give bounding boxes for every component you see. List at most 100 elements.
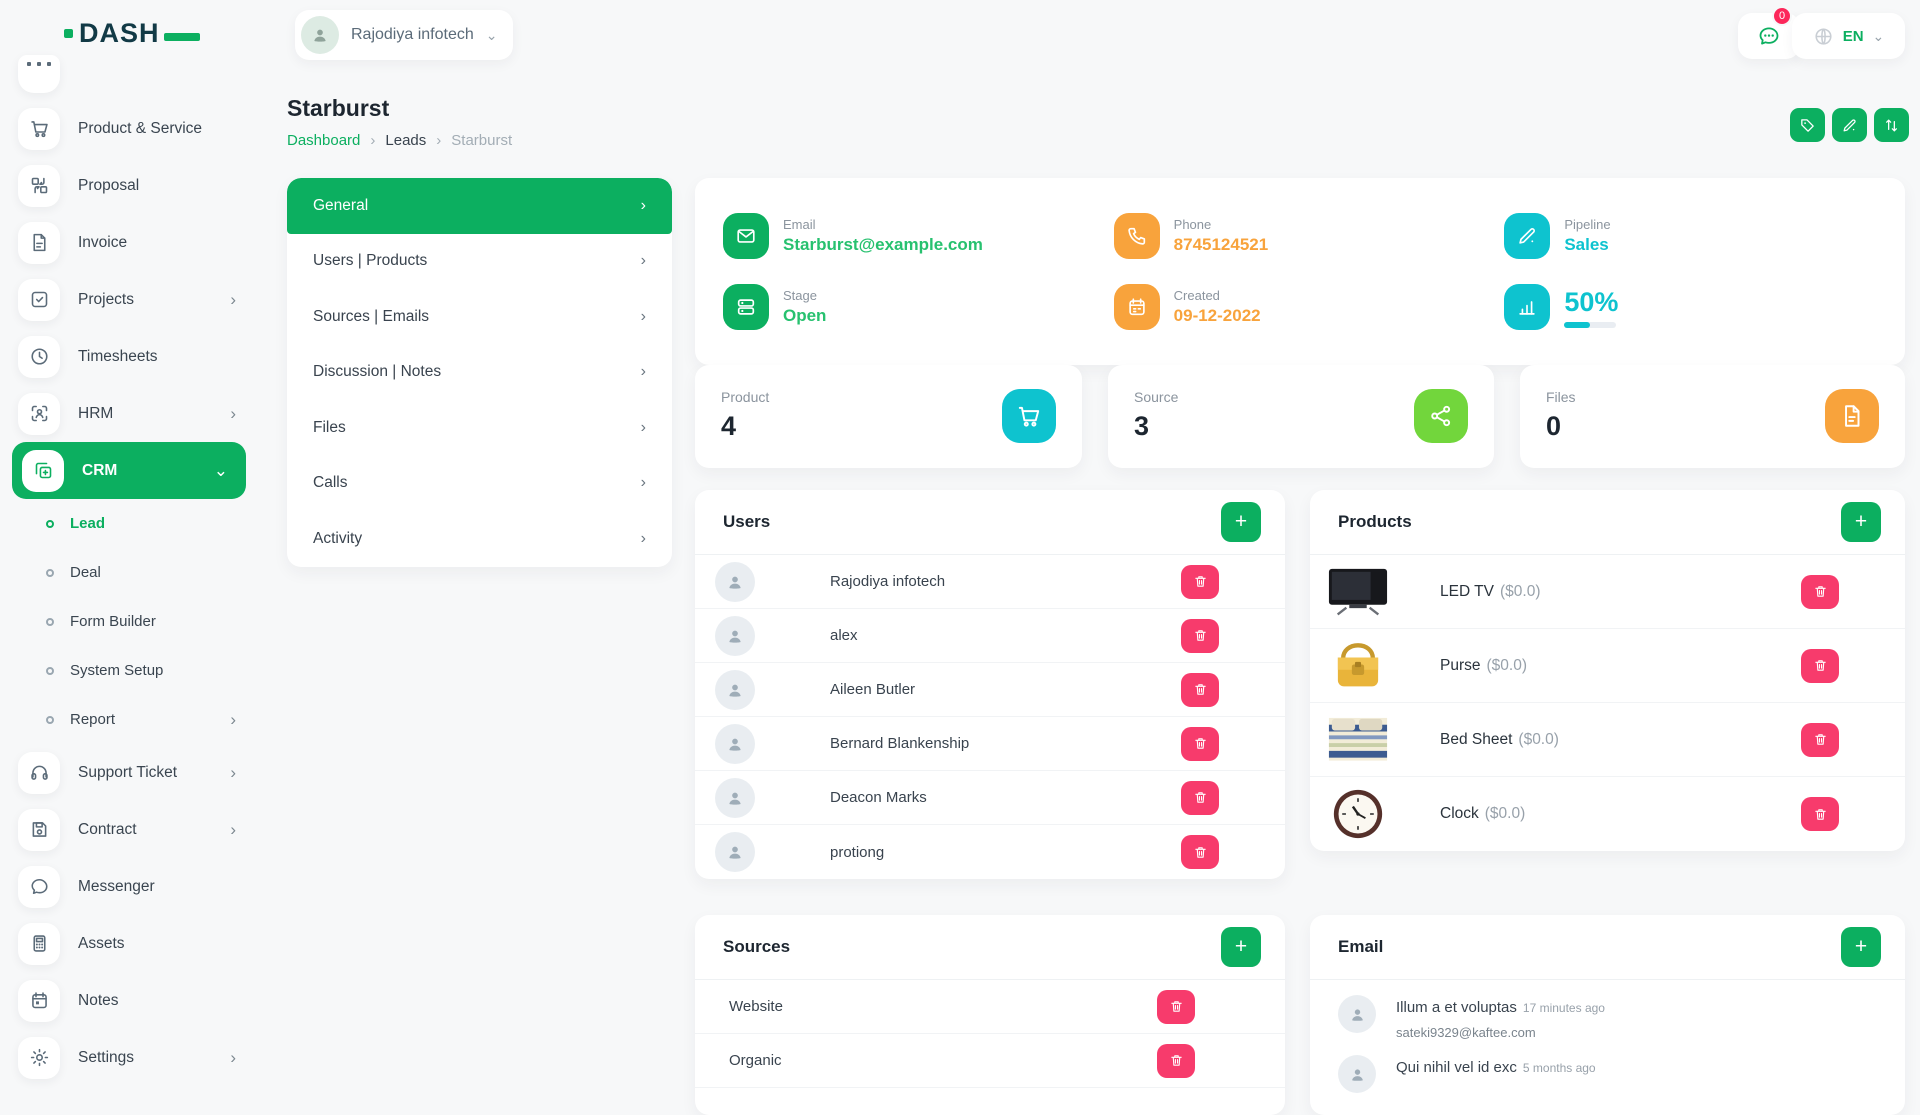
delete-product-button[interactable] — [1801, 723, 1839, 757]
section-nav-item[interactable]: Calls › — [287, 456, 672, 512]
trash-icon — [1813, 807, 1828, 822]
user-name: Aileen Butler — [830, 681, 915, 698]
trash-icon — [1193, 845, 1208, 860]
sidebar-item[interactable]: Contract › — [0, 801, 262, 858]
delete-user-button[interactable] — [1181, 781, 1219, 815]
sidebar-item[interactable]: Timesheets — [0, 328, 262, 385]
person-icon — [725, 680, 745, 700]
summary-cell-icon — [1114, 284, 1160, 330]
person-icon — [725, 626, 745, 646]
product-price: ($0.0) — [1500, 583, 1541, 601]
product-name: Bed Sheet — [1440, 731, 1512, 749]
sidebar-item[interactable]: Settings › — [0, 1029, 262, 1086]
sources-list: Website Organic — [695, 980, 1285, 1088]
sidebar-item[interactable]: Assets — [0, 915, 262, 972]
chevron-icon: › — [230, 820, 236, 840]
person-icon — [1348, 1065, 1367, 1084]
delete-product-button[interactable] — [1801, 575, 1839, 609]
email-card: Email + Illum a et voluptas17 minutes ag… — [1310, 915, 1905, 1115]
sources-card: Sources + Website Organic — [695, 915, 1285, 1115]
logo-dot-accent — [64, 29, 73, 38]
breadcrumb-separator: › — [436, 132, 441, 149]
breadcrumb-leads[interactable]: Leads — [385, 132, 426, 149]
delete-product-button[interactable] — [1801, 649, 1839, 683]
sidebar-item[interactable]: Form Builder — [0, 597, 262, 646]
sidebar-item[interactable]: System Setup — [0, 646, 262, 695]
product-row: Bed Sheet ($0.0) — [1310, 703, 1905, 777]
delete-user-button[interactable] — [1181, 727, 1219, 761]
messages-button[interactable]: 0 — [1738, 13, 1800, 59]
delete-product-button[interactable] — [1801, 797, 1839, 831]
breadcrumb-dashboard[interactable]: Dashboard — [287, 132, 360, 149]
user-avatar — [715, 832, 755, 872]
delete-user-button[interactable] — [1181, 619, 1219, 653]
top-header: DASH Rajodiya infotech ⌄ 0 EN ⌄ — [0, 0, 1920, 72]
users-card-title: Users — [723, 512, 770, 532]
user-row: alex — [695, 609, 1285, 663]
company-selector[interactable]: Rajodiya infotech ⌄ — [295, 10, 513, 60]
section-nav-item[interactable]: Users | Products › — [287, 234, 672, 290]
sidebar-item[interactable]: Messenger — [0, 858, 262, 915]
sidebar-item[interactable]: Proposal — [0, 157, 262, 214]
sidebar-item[interactable]: Lead — [0, 499, 262, 548]
chevron-icon: ⌄ — [214, 461, 228, 481]
trash-icon — [1813, 732, 1828, 747]
sidebar-item[interactable]: HRM › — [0, 385, 262, 442]
product-name: LED TV — [1440, 583, 1494, 601]
sidebar-item-icon — [18, 336, 60, 378]
delete-user-button[interactable] — [1181, 673, 1219, 707]
sidebar-item[interactable]: Support Ticket › — [0, 744, 262, 801]
language-code: EN — [1843, 28, 1864, 45]
section-nav-item[interactable]: Sources | Emails › — [287, 289, 672, 345]
summary-label: Created — [1174, 288, 1261, 303]
stat-card: Source 3 — [1108, 365, 1494, 468]
add-email-button[interactable]: + — [1841, 927, 1881, 967]
language-selector[interactable]: EN ⌄ — [1792, 13, 1905, 59]
sidebar-item-label: Proposal — [78, 177, 139, 195]
trash-icon — [1193, 574, 1208, 589]
sidebar-item[interactable]: Product & Service — [0, 100, 262, 157]
summary-label: Pipeline — [1564, 217, 1610, 232]
person-icon — [310, 25, 330, 45]
sidebar-item-label: System Setup — [70, 662, 163, 679]
delete-source-button[interactable] — [1157, 990, 1195, 1024]
sidebar-item-label: CRM — [82, 462, 117, 480]
app-logo: DASH — [64, 18, 200, 49]
delete-user-button[interactable] — [1181, 835, 1219, 869]
sidebar-item[interactable]: CRM ⌄ — [12, 442, 246, 499]
section-nav-item[interactable]: Discussion | Notes › — [287, 345, 672, 401]
sidebar-item[interactable]: Invoice — [0, 214, 262, 271]
email-from: sateki9329@kaftee.com — [1396, 1025, 1605, 1040]
chat-icon — [1757, 24, 1781, 48]
labels-button[interactable] — [1790, 108, 1825, 142]
swap-icon — [1883, 117, 1900, 134]
sidebar-item[interactable]: Projects › — [0, 271, 262, 328]
delete-user-button[interactable] — [1181, 565, 1219, 599]
section-nav-item[interactable]: Activity › — [287, 511, 672, 567]
sidebar-item[interactable]: Notes — [0, 972, 262, 1029]
email-avatar — [1338, 1055, 1376, 1093]
person-icon — [725, 572, 745, 592]
chevron-icon: › — [230, 710, 236, 730]
add-user-button[interactable]: + — [1221, 502, 1261, 542]
summary-cell-icon — [723, 284, 769, 330]
logo-text: DASH — [79, 18, 160, 49]
breadcrumb-current: Starburst — [451, 132, 512, 149]
sidebar-item[interactable]: Report › — [0, 695, 262, 744]
edit-button[interactable] — [1832, 108, 1867, 142]
sidebar-item-label: Invoice — [78, 234, 127, 252]
section-nav-item[interactable]: General › — [287, 178, 672, 234]
user-name: Deacon Marks — [830, 789, 927, 806]
sidebar-item-label: Contract — [78, 821, 137, 839]
product-name: Purse — [1440, 657, 1481, 675]
sidebar-item[interactable]: Deal — [0, 548, 262, 597]
sidebar-item-label: Notes — [78, 992, 119, 1010]
delete-source-button[interactable] — [1157, 1044, 1195, 1078]
add-source-button[interactable]: + — [1221, 927, 1261, 967]
add-product-button[interactable]: + — [1841, 502, 1881, 542]
sidebar-item-label: Lead — [70, 515, 105, 532]
convert-button[interactable] — [1874, 108, 1909, 142]
trash-icon — [1169, 999, 1184, 1014]
product-price: ($0.0) — [1518, 731, 1559, 749]
section-nav-item[interactable]: Files › — [287, 400, 672, 456]
